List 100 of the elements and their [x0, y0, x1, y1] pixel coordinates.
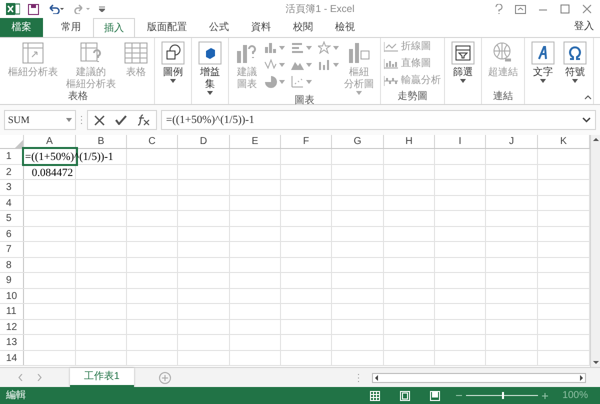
shapes-icon [161, 41, 185, 65]
ribbon-tab[interactable]: 資料 [241, 18, 281, 37]
row-header[interactable]: 6 [0, 226, 24, 241]
ribbon-button[interactable]: 符號 [560, 40, 590, 83]
undo-icon[interactable] [47, 4, 65, 14]
row-header[interactable]: 11 [0, 304, 24, 318]
button-label: 表格 [126, 67, 146, 79]
button-label: 集 [205, 79, 215, 91]
row-header[interactable]: 8 [0, 258, 24, 272]
caret-icon [279, 62, 285, 66]
column-header[interactable]: A [24, 135, 76, 148]
scroll-left-icon[interactable] [373, 374, 381, 382]
formula-input[interactable]: =((1+50%)^(1/5))-1 [161, 110, 596, 130]
caret-icon [306, 80, 312, 84]
caret-icon [333, 62, 339, 66]
column-header[interactable]: D [178, 135, 230, 148]
button-label: 建議的 [76, 67, 106, 78]
caret-icon [279, 46, 285, 50]
ribbon-display-icon[interactable] [515, 4, 526, 14]
horizontal-scrollbar[interactable] [372, 373, 586, 383]
button-label: 分析圖 [344, 79, 374, 91]
window-title: 活頁簿1 - Excel [286, 2, 354, 16]
name-box[interactable]: SUM [4, 110, 76, 130]
button-label: 圖例 [163, 67, 183, 79]
customize-icon[interactable] [99, 6, 105, 12]
ribbon-button[interactable]: 增益 集 [195, 40, 225, 95]
more-icon[interactable] [357, 374, 360, 382]
status-mode: 編輯 [6, 389, 26, 403]
zoom-in-icon[interactable] [542, 392, 548, 398]
column-header[interactable]: B [76, 135, 127, 148]
row-header[interactable]: 13 [0, 335, 24, 350]
expand-icon[interactable] [582, 117, 591, 123]
ribbon-button[interactable]: 文字 [528, 40, 558, 83]
column-header[interactable]: E [230, 135, 281, 148]
page-layout-icon[interactable] [400, 390, 410, 400]
group-label: 連結 [493, 91, 513, 104]
button-label: 符號 [565, 67, 585, 79]
row-header[interactable]: 2 [0, 164, 24, 179]
column-header[interactable]: G [332, 135, 384, 148]
row-header[interactable]: 5 [0, 211, 24, 226]
sheet-tab[interactable]: 工作表1 [70, 368, 134, 387]
line-sparkline-icon [384, 42, 398, 52]
next-sheet-icon[interactable] [37, 374, 42, 381]
column-sparkline-icon [384, 59, 398, 69]
row-header[interactable]: 10 [0, 288, 24, 303]
button-label: 文字 [533, 67, 553, 79]
ribbon-button[interactable]: 篩選 [448, 40, 478, 83]
button-label: 樞紐分析表 [8, 67, 58, 79]
enter-icon[interactable] [115, 115, 127, 125]
caret-icon [66, 118, 72, 122]
insert-function-icon[interactable] [137, 114, 150, 126]
maximize-icon[interactable] [560, 4, 570, 14]
ribbon-tab[interactable]: 版面配置 [137, 18, 197, 37]
win-loss-sparkline-icon [384, 76, 398, 86]
redo-icon[interactable] [73, 4, 91, 14]
button-label: 篩選 [453, 67, 473, 79]
ribbon-tab[interactable]: 校閱 [283, 18, 323, 37]
ribbon-tab[interactable]: 公式 [199, 18, 239, 37]
button-label: 樞紐 [349, 67, 369, 78]
file-tab[interactable]: 檔案 [0, 18, 43, 37]
ribbon-button[interactable]: 圖例 [158, 40, 188, 83]
cell-text: 0.084472 [32, 166, 73, 180]
row-header[interactable]: 7 [0, 242, 24, 256]
prev-sheet-icon[interactable] [18, 374, 23, 381]
ribbon-tab[interactable]: 插入 [93, 18, 135, 37]
row-header[interactable]: 1 [0, 149, 24, 164]
row-header[interactable]: 12 [0, 320, 24, 334]
group-label: 走勢圖 [398, 91, 428, 104]
zoom-thumb[interactable] [502, 392, 504, 399]
column-header[interactable]: C [127, 135, 178, 148]
page-break-icon[interactable] [430, 390, 440, 400]
save-icon[interactable] [28, 4, 39, 14]
ribbon-tab[interactable]: 常用 [51, 18, 91, 37]
column-header[interactable]: I [435, 135, 486, 148]
ribbon-tab[interactable]: 檢視 [325, 18, 365, 37]
caret-icon [306, 46, 312, 50]
column-header[interactable]: J [486, 135, 538, 148]
collapse-ribbon-icon[interactable] [584, 95, 592, 100]
caret-icon [306, 62, 312, 66]
help-icon[interactable] [495, 4, 503, 14]
sign-in-link[interactable]: 登入 [574, 19, 594, 34]
pivot-chart-icon [347, 41, 371, 65]
row-header[interactable]: 4 [0, 196, 24, 210]
normal-view-icon[interactable] [370, 390, 380, 400]
text-box-icon [531, 41, 555, 65]
button-label: 圖表 [237, 79, 257, 91]
close-icon[interactable] [582, 4, 592, 14]
button-label: 建議 [237, 67, 257, 78]
cancel-icon[interactable] [94, 114, 105, 126]
table-icon [124, 41, 148, 65]
add-sheet-icon[interactable] [158, 372, 171, 384]
button-label: 超連結 [488, 67, 518, 79]
caret-icon [333, 46, 339, 50]
row-header[interactable]: 3 [0, 180, 24, 194]
scroll-right-icon[interactable] [577, 374, 585, 382]
column-header[interactable]: F [281, 135, 332, 148]
row-header[interactable]: 14 [0, 350, 24, 365]
button-label: 樞紐分析表 [66, 79, 116, 90]
row-header[interactable]: 9 [0, 273, 24, 288]
column-header[interactable]: H [384, 135, 435, 148]
